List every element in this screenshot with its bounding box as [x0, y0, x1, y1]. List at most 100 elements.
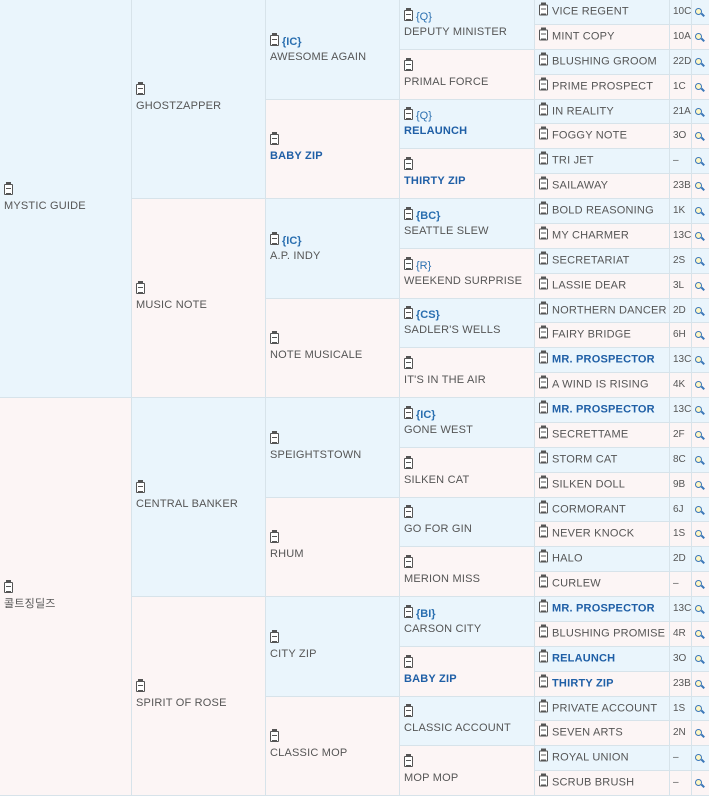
horse-name[interactable]: SAILAWAY	[552, 180, 608, 192]
clipboard-icon[interactable]	[4, 579, 13, 593]
horse-name[interactable]: AWESOME AGAIN	[270, 51, 366, 63]
clipboard-icon[interactable]	[539, 748, 548, 762]
horse-name[interactable]: NORTHERN DANCER	[552, 304, 667, 316]
clipboard-icon[interactable]	[404, 57, 413, 71]
clipboard-icon[interactable]	[539, 350, 548, 364]
horse-name[interactable]: SADLER'S WELLS	[404, 324, 501, 336]
clipboard-icon[interactable]	[539, 475, 548, 489]
clipboard-icon[interactable]	[404, 156, 413, 170]
horse-name[interactable]: RHUM	[270, 548, 304, 560]
clipboard-icon[interactable]	[404, 654, 413, 668]
horse-name[interactable]: MERION MISS	[404, 573, 480, 585]
horse-name[interactable]: HALO	[552, 553, 583, 565]
horse-name[interactable]: SEATTLE SLEW	[404, 225, 489, 237]
horse-name[interactable]: BLUSHING GROOM	[552, 56, 657, 68]
clipboard-icon[interactable]	[404, 604, 413, 618]
horse-name[interactable]: SCRUB BRUSH	[552, 777, 634, 789]
magnifier-icon[interactable]	[692, 249, 709, 274]
magnifier-icon[interactable]	[692, 25, 709, 50]
horse-name[interactable]: MR. PROSPECTOR	[552, 354, 655, 366]
horse-name[interactable]: CITY ZIP	[270, 648, 317, 660]
horse-name[interactable]: SILKEN CAT	[404, 474, 469, 486]
magnifier-icon[interactable]	[692, 721, 709, 746]
magnifier-icon[interactable]	[692, 473, 709, 498]
clipboard-icon[interactable]	[404, 256, 413, 270]
magnifier-icon[interactable]	[692, 50, 709, 75]
clipboard-icon[interactable]	[539, 77, 548, 91]
horse-name[interactable]: SILKEN DOLL	[552, 479, 625, 491]
clipboard-icon[interactable]	[270, 629, 279, 643]
magnifier-icon[interactable]	[692, 274, 709, 299]
horse-name[interactable]: IT'S IN THE AIR	[404, 374, 486, 386]
horse-name[interactable]: CLASSIC ACCOUNT	[404, 722, 511, 734]
horse-name[interactable]: MY CHARMER	[552, 230, 629, 242]
horse-name[interactable]: MR. PROSPECTOR	[552, 404, 655, 416]
horse-name[interactable]: A WIND IS RISING	[552, 379, 649, 391]
clipboard-icon[interactable]	[539, 276, 548, 290]
clipboard-icon[interactable]	[404, 107, 413, 120]
horse-name[interactable]: ROYAL UNION	[552, 752, 629, 764]
clipboard-icon[interactable]	[539, 102, 548, 115]
horse-name[interactable]: STORM CAT	[552, 454, 618, 466]
horse-name[interactable]: MUSIC NOTE	[136, 299, 207, 311]
clipboard-icon[interactable]	[539, 649, 548, 663]
clipboard-icon[interactable]	[539, 226, 548, 240]
horse-name[interactable]: IN REALITY	[552, 105, 614, 117]
horse-name[interactable]: 콜트징딜즈	[4, 598, 56, 610]
clipboard-icon[interactable]	[270, 132, 279, 145]
magnifier-icon[interactable]	[692, 647, 709, 672]
clipboard-icon[interactable]	[539, 176, 548, 190]
horse-name[interactable]: SECRETTAME	[552, 429, 628, 441]
magnifier-icon[interactable]	[692, 149, 709, 174]
magnifier-icon[interactable]	[692, 75, 709, 100]
clipboard-icon[interactable]	[539, 251, 548, 265]
horse-name[interactable]: GONE WEST	[404, 424, 473, 436]
magnifier-icon[interactable]	[692, 348, 709, 373]
horse-name[interactable]: VICE REGENT	[552, 6, 629, 18]
clipboard-icon[interactable]	[404, 306, 413, 319]
clipboard-icon[interactable]	[136, 82, 145, 95]
magnifier-icon[interactable]	[692, 771, 709, 796]
clipboard-icon[interactable]	[539, 375, 548, 389]
clipboard-icon[interactable]	[539, 723, 548, 737]
horse-name[interactable]: SPEIGHTSTOWN	[270, 449, 361, 461]
horse-name[interactable]: BOLD REASONING	[552, 205, 654, 217]
horse-name[interactable]: FOGGY NOTE	[552, 130, 627, 142]
horse-name[interactable]: A.P. INDY	[270, 250, 321, 262]
magnifier-icon[interactable]	[692, 323, 709, 348]
clipboard-icon[interactable]	[270, 231, 279, 245]
horse-name[interactable]: CORMORANT	[552, 503, 626, 515]
horse-name[interactable]: RELAUNCH	[552, 653, 615, 665]
horse-name[interactable]: SECRETARIAT	[552, 255, 630, 267]
horse-name[interactable]: SEVEN ARTS	[552, 727, 623, 739]
clipboard-icon[interactable]	[539, 27, 548, 41]
horse-name[interactable]: THIRTY ZIP	[404, 175, 466, 187]
clipboard-icon[interactable]	[136, 480, 145, 493]
clipboard-icon[interactable]	[270, 331, 279, 344]
clipboard-icon[interactable]	[539, 126, 548, 140]
clipboard-icon[interactable]	[539, 699, 548, 712]
horse-name[interactable]: TRI JET	[552, 155, 594, 167]
horse-name[interactable]: THIRTY ZIP	[552, 678, 614, 690]
magnifier-icon[interactable]	[692, 672, 709, 697]
magnifier-icon[interactable]	[692, 124, 709, 149]
magnifier-icon[interactable]	[692, 572, 709, 597]
horse-name[interactable]: MOP MOP	[404, 772, 458, 784]
clipboard-icon[interactable]	[539, 425, 548, 439]
clipboard-icon[interactable]	[539, 524, 548, 538]
clipboard-icon[interactable]	[404, 505, 413, 518]
horse-name[interactable]: NEVER KNOCK	[552, 528, 634, 540]
clipboard-icon[interactable]	[539, 674, 548, 688]
clipboard-icon[interactable]	[539, 301, 548, 314]
clipboard-icon[interactable]	[539, 773, 548, 787]
magnifier-icon[interactable]	[692, 299, 709, 323]
horse-name[interactable]: MINT COPY	[552, 31, 615, 43]
horse-name[interactable]: BABY ZIP	[270, 150, 323, 162]
clipboard-icon[interactable]	[539, 400, 548, 414]
magnifier-icon[interactable]	[692, 423, 709, 448]
horse-name[interactable]: BLUSHING PROMISE	[552, 628, 665, 640]
horse-name[interactable]: PRIME PROSPECT	[552, 81, 653, 93]
clipboard-icon[interactable]	[539, 151, 548, 165]
clipboard-icon[interactable]	[4, 181, 13, 195]
horse-name[interactable]: SPIRIT OF ROSE	[136, 697, 227, 709]
